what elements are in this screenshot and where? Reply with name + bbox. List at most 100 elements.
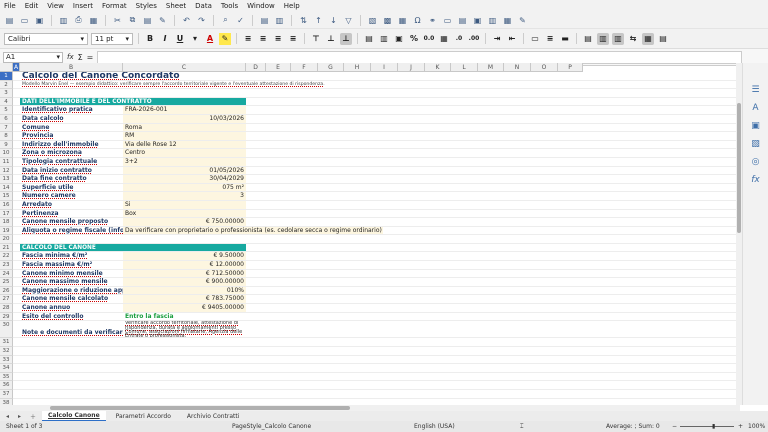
- note-value[interactable]: Verificare accordo territoriale, attesta…: [123, 321, 246, 337]
- conditional-icon[interactable]: ▤: [582, 33, 594, 45]
- row-header[interactable]: 5: [0, 106, 13, 115]
- wrap-icon[interactable]: ▤: [363, 33, 375, 45]
- column-header-m[interactable]: M: [478, 63, 504, 72]
- menu-data[interactable]: Data: [195, 2, 212, 10]
- freeze-icon[interactable]: ▥: [487, 15, 498, 26]
- sort-icon[interactable]: ⇅: [298, 15, 309, 26]
- field-value[interactable]: 010%: [123, 286, 246, 295]
- underline-icon[interactable]: U: [174, 33, 186, 45]
- row-header[interactable]: 28: [0, 304, 13, 313]
- row-header[interactable]: 36: [0, 381, 13, 390]
- column-header-g[interactable]: G: [318, 63, 344, 72]
- first-sheet-icon[interactable]: ◂: [6, 413, 14, 420]
- row-header[interactable]: 20: [0, 235, 13, 244]
- italic-icon[interactable]: I: [159, 33, 171, 45]
- align-top-icon[interactable]: ⊤: [310, 33, 322, 45]
- align-middle-icon[interactable]: ⊥: [325, 33, 337, 45]
- field-label[interactable]: Zona o microzona: [20, 149, 123, 157]
- field-label[interactable]: Esito del controllo: [20, 313, 123, 321]
- row-header[interactable]: 6: [0, 114, 13, 124]
- field-label[interactable]: Numero camere: [20, 192, 123, 200]
- column-icon[interactable]: ▥: [274, 15, 285, 26]
- row-header[interactable]: 35: [0, 372, 13, 382]
- redo-icon[interactable]: ↷: [196, 15, 207, 26]
- border-style-icon[interactable]: ≡: [544, 33, 556, 45]
- field-label[interactable]: Indirizzo dell'immobile: [20, 141, 123, 149]
- menu-tools[interactable]: Tools: [221, 2, 238, 10]
- field-label[interactable]: Fascia massima €/m²: [20, 261, 123, 269]
- row-header[interactable]: 11: [0, 157, 13, 167]
- row-header[interactable]: 9: [0, 140, 13, 150]
- field-label[interactable]: Canone massimo mensile: [20, 278, 123, 286]
- column-header-a[interactable]: A: [13, 63, 20, 72]
- column-header-c[interactable]: C: [123, 63, 246, 72]
- row-header[interactable]: 22: [0, 252, 13, 262]
- field-value[interactable]: RM: [123, 132, 246, 140]
- field-value[interactable]: € 9.50000: [123, 252, 246, 261]
- pivot-icon[interactable]: ▦: [397, 15, 408, 26]
- column-header-f[interactable]: F: [291, 63, 318, 72]
- column-header-i[interactable]: I: [371, 63, 398, 72]
- select-all-corner[interactable]: [0, 63, 13, 72]
- field-label[interactable]: Superficie utile: [20, 184, 123, 192]
- field-value[interactable]: 3: [123, 192, 246, 200]
- field-value[interactable]: € 750.00000: [123, 218, 246, 226]
- undo-icon[interactable]: ↶: [181, 15, 192, 26]
- text-left-icon[interactable]: ▥: [597, 32, 609, 45]
- field-value[interactable]: Via delle Rose 12: [123, 140, 246, 149]
- styles-icon[interactable]: ▣: [751, 121, 760, 131]
- row-header[interactable]: 8: [0, 132, 13, 141]
- field-label[interactable]: Data calcolo: [20, 115, 123, 123]
- row-header[interactable]: 1: [0, 72, 13, 81]
- sheet-subtitle[interactable]: Modello Marvin Enel — esempio didattico:…: [20, 81, 420, 89]
- define-print-area-icon[interactable]: ▣: [472, 15, 483, 26]
- spreadsheet-grid[interactable]: ABCDEFGHIJKLMNOP 1 2 3 4 5 6 7 8 9 10 11 12 13 14 15 16…: [0, 63, 736, 405]
- menu-window[interactable]: Window: [247, 2, 275, 10]
- column-header-o[interactable]: O: [531, 63, 558, 72]
- sum-icon[interactable]: Σ: [78, 53, 83, 62]
- last-sheet-icon[interactable]: ▸: [18, 413, 26, 420]
- styles-icon[interactable]: ▦: [642, 32, 654, 45]
- field-value[interactable]: Roma: [123, 123, 246, 132]
- special-char-icon[interactable]: Ω: [412, 15, 423, 26]
- field-value[interactable]: 30/04/2029: [123, 175, 246, 183]
- section-header-calcolo[interactable]: CALCOLO DEL CANONE: [20, 243, 246, 252]
- align-bottom-icon[interactable]: ⊥: [340, 32, 352, 45]
- borders-icon[interactable]: ▭: [529, 33, 541, 45]
- row-header[interactable]: 10: [0, 149, 13, 158]
- column-header-n[interactable]: N: [504, 63, 531, 72]
- new-icon[interactable]: ▤: [4, 15, 15, 26]
- cell-area[interactable]: Calcolo del Canone Concordato Modello Mar…: [13, 72, 736, 405]
- sort-asc-icon[interactable]: ↑: [313, 15, 324, 26]
- sort-desc-icon[interactable]: ↓: [328, 15, 339, 26]
- row-header[interactable]: 30: [0, 321, 13, 339]
- row-header[interactable]: 19: [0, 226, 13, 236]
- row-header[interactable]: 37: [0, 389, 13, 399]
- highlight-icon[interactable]: ✎: [219, 32, 231, 45]
- field-label[interactable]: Aliquota o regime fiscale (informa: [20, 227, 123, 235]
- row-header[interactable]: 31: [0, 338, 13, 347]
- field-value[interactable]: Si: [123, 200, 246, 209]
- merge-icon[interactable]: ▥: [378, 33, 390, 45]
- field-value[interactable]: € 12.00000: [123, 261, 246, 269]
- underline-dropdown-icon[interactable]: ▾: [189, 33, 201, 45]
- properties-icon[interactable]: A: [752, 103, 758, 113]
- row-header[interactable]: 7: [0, 123, 13, 133]
- save-icon[interactable]: ▣: [34, 15, 45, 26]
- currency-icon[interactable]: ▣: [393, 33, 405, 45]
- menu-edit[interactable]: Edit: [25, 2, 39, 10]
- row-header[interactable]: 21: [0, 243, 13, 253]
- menu-help[interactable]: Help: [284, 2, 300, 10]
- field-value[interactable]: 075 m²: [123, 183, 246, 192]
- menu-sheet[interactable]: Sheet: [166, 2, 186, 10]
- menu-styles[interactable]: Styles: [136, 2, 157, 10]
- percent-icon[interactable]: %: [408, 33, 420, 45]
- zoom-in-icon[interactable]: +: [738, 423, 743, 430]
- font-name-dropdown[interactable]: Calibri ▾: [4, 32, 88, 45]
- delete-decimal-icon[interactable]: .00: [468, 33, 480, 45]
- column-header-l[interactable]: L: [451, 63, 478, 72]
- column-header-b[interactable]: B: [20, 63, 123, 72]
- field-label[interactable]: Identificativo pratica: [20, 106, 123, 114]
- name-box[interactable]: A1 ▾: [3, 51, 63, 63]
- align-left-icon[interactable]: ≡: [242, 33, 254, 45]
